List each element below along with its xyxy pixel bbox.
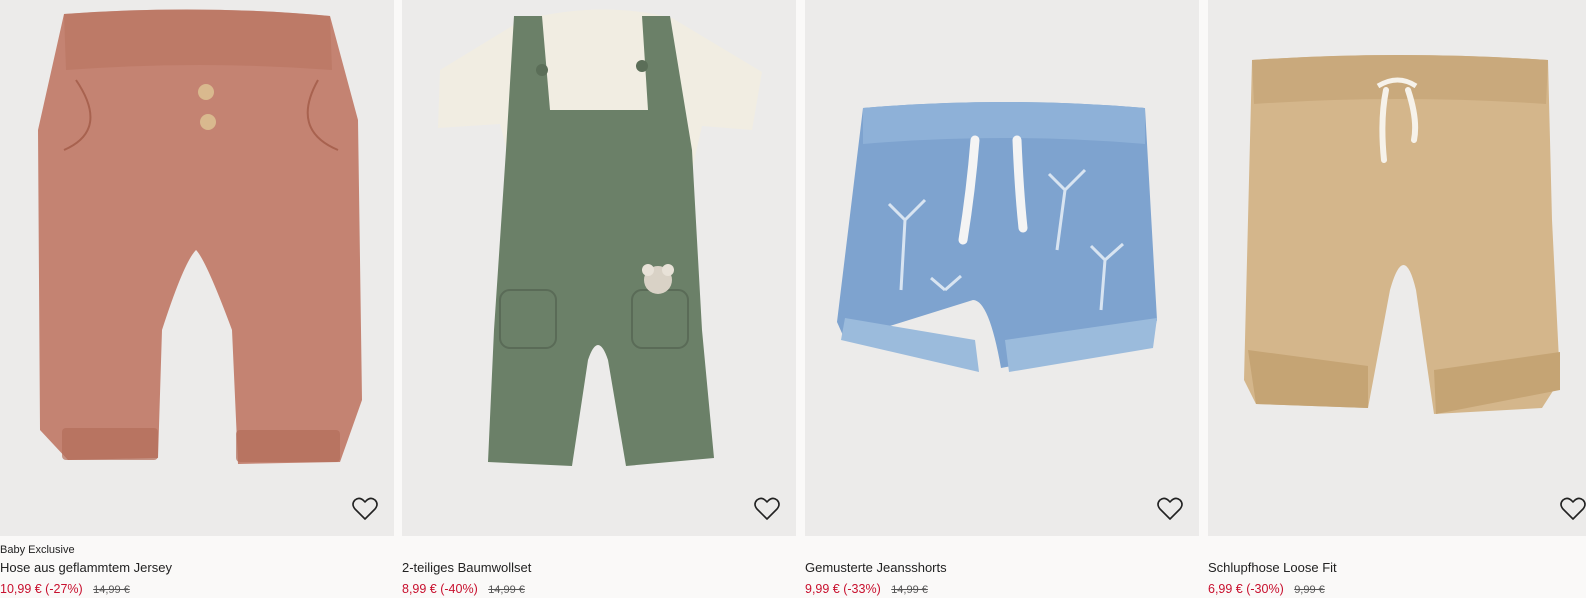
sale-price: 8,99 € (-40%) <box>402 582 478 596</box>
product-image[interactable] <box>1208 0 1586 536</box>
denim-shorts-illustration <box>837 102 1157 372</box>
overall-set-illustration <box>438 9 762 466</box>
product-title[interactable]: Gemusterte Jeansshorts <box>805 560 947 575</box>
sale-price: 6,99 € (-30%) <box>1208 582 1284 596</box>
product-card: 2-teiliges Baumwollset 8,99 € (-40%) 14,… <box>402 0 796 598</box>
product-title[interactable]: Schlupfhose Loose Fit <box>1208 560 1337 575</box>
product-card: Gemusterte Jeansshorts 9,99 € (-33%) 14,… <box>805 0 1199 598</box>
heart-outline-icon[interactable] <box>352 497 378 521</box>
loose-pants-illustration <box>1244 55 1560 414</box>
original-price: 14,99 € <box>93 584 130 596</box>
product-label: Baby Exclusive <box>0 544 75 556</box>
product-image[interactable] <box>402 0 796 536</box>
original-price: 14,99 € <box>488 584 525 596</box>
price-row: 8,99 € (-40%) 14,99 € <box>402 580 525 598</box>
sale-price: 10,99 € (-27%) <box>0 582 83 596</box>
product-card: Baby Exclusive Hose aus geflammtem Jerse… <box>0 0 394 598</box>
product-image[interactable] <box>0 0 394 536</box>
sale-price: 9,99 € (-33%) <box>805 582 881 596</box>
product-grid: Baby Exclusive Hose aus geflammtem Jerse… <box>0 0 1586 598</box>
heart-outline-icon[interactable] <box>1560 497 1586 521</box>
pants-illustration <box>38 9 362 464</box>
product-title[interactable]: 2-teiliges Baumwollset <box>402 560 531 575</box>
product-card: Schlupfhose Loose Fit 6,99 € (-30%) 9,99… <box>1208 0 1586 598</box>
original-price: 14,99 € <box>891 584 928 596</box>
product-image[interactable] <box>805 0 1199 536</box>
original-price: 9,99 € <box>1294 584 1325 596</box>
product-title[interactable]: Hose aus geflammtem Jersey <box>0 560 172 575</box>
price-row: 9,99 € (-33%) 14,99 € <box>805 580 928 598</box>
price-row: 6,99 € (-30%) 9,99 € <box>1208 580 1325 598</box>
heart-outline-icon[interactable] <box>1157 497 1183 521</box>
price-row: 10,99 € (-27%) 14,99 € <box>0 580 130 598</box>
heart-outline-icon[interactable] <box>754 497 780 521</box>
